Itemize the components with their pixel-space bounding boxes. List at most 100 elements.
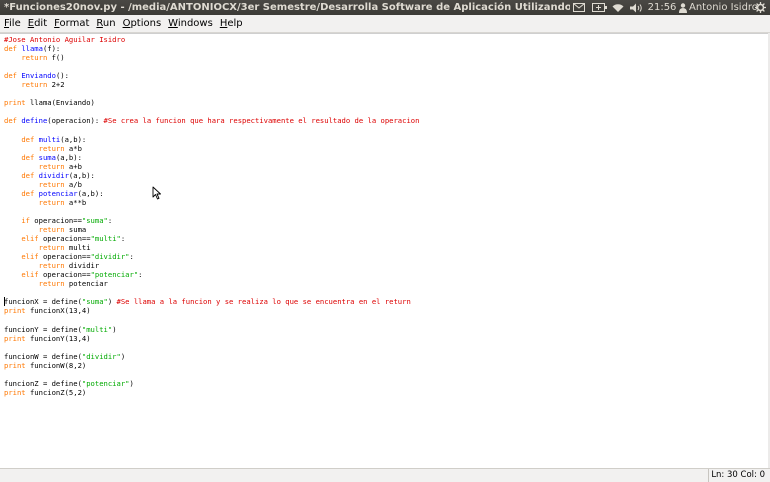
code-token: print [4, 333, 26, 343]
code-line[interactable] [4, 288, 419, 297]
code-token: "potenciar" [90, 270, 139, 280]
code-line[interactable]: return dividir [4, 261, 419, 270]
code-token: a*b [64, 143, 82, 153]
menu-file[interactable]: File [1, 15, 24, 32]
code-line[interactable]: return potenciar [4, 279, 419, 288]
code-line[interactable] [4, 107, 419, 116]
code-line[interactable]: elif operacion=="multi": [4, 234, 419, 243]
code-token: (a,b): [55, 152, 82, 162]
code-line[interactable]: return a+b [4, 162, 419, 171]
code-line[interactable]: print funcionZ(5,2) [4, 388, 419, 397]
menu-label-rest: dit [34, 18, 48, 29]
clock[interactable]: 21:56 [648, 0, 677, 15]
code-token: : [129, 252, 134, 262]
wifi-icon[interactable] [610, 0, 626, 15]
menu-bar: File Edit Format Run Options Windows Help [0, 15, 770, 33]
code-line[interactable] [4, 370, 419, 379]
gear-icon[interactable] [753, 0, 767, 15]
cursor-position: Ln: 30 Col: 0 [708, 469, 767, 482]
code-token: #Se llama a la funcion y se realiza lo q… [116, 297, 411, 307]
person-icon [678, 0, 688, 15]
menu-label-rest: ptions [130, 18, 162, 29]
menu-edit[interactable]: Edit [25, 15, 50, 32]
code-token: def [4, 44, 22, 54]
code-token: elif [21, 234, 39, 244]
menu-run[interactable]: Run [93, 15, 118, 32]
code-token: elif [21, 270, 39, 280]
menu-format[interactable]: Format [51, 15, 92, 32]
code-token: define [21, 116, 48, 126]
code-line[interactable]: funcionY = define("multi") [4, 325, 419, 334]
code-line[interactable]: funcionW = define("dividir") [4, 352, 419, 361]
code-line[interactable] [4, 207, 419, 216]
code-line[interactable] [4, 125, 419, 134]
menu-help[interactable]: Help [217, 15, 246, 32]
code-text[interactable]: #Jose Antonio Aguilar Isidro def llama(f)… [4, 35, 419, 397]
volume-icon[interactable] [628, 0, 646, 15]
code-line[interactable]: return multi [4, 243, 419, 252]
code-line[interactable]: return a/b [4, 180, 419, 189]
code-line[interactable]: return 2+2 [4, 80, 419, 89]
code-token: "multi" [81, 324, 113, 334]
code-token: def [21, 134, 39, 144]
code-token: print [4, 387, 26, 397]
code-token: "dividir" [90, 252, 130, 262]
code-line[interactable]: def define(operacion): #Se crea la funci… [4, 116, 419, 125]
code-token: 2+2 [47, 80, 65, 90]
code-token: return [21, 80, 48, 90]
code-token: return [38, 279, 65, 289]
code-token: a+b [64, 161, 82, 171]
code-line[interactable]: def potenciar(a,b): [4, 189, 419, 198]
code-line[interactable]: print llama(Enviando) [4, 98, 419, 107]
code-editor[interactable]: #Jose Antonio Aguilar Isidro def llama(f)… [0, 33, 769, 470]
code-line[interactable]: def dividir(a,b): [4, 171, 419, 180]
code-line[interactable]: funcionX = define("suma") #Se llama a la… [4, 297, 419, 306]
code-line[interactable]: print funcionW(8,2) [4, 361, 419, 370]
envelope-icon[interactable] [571, 0, 587, 15]
code-line[interactable]: print funcionX(13,4) [4, 306, 419, 315]
code-line[interactable] [4, 315, 419, 324]
code-token: funcionZ(5,2) [25, 387, 87, 397]
code-line[interactable]: #Jose Antonio Aguilar Isidro [4, 35, 419, 44]
code-line[interactable]: elif operacion=="dividir": [4, 252, 419, 261]
code-line[interactable]: def Enviando(): [4, 71, 419, 80]
code-line[interactable]: elif operacion=="potenciar": [4, 270, 419, 279]
code-token: #Se crea la funcion que hara respectivam… [103, 116, 420, 126]
code-token: print [4, 98, 26, 108]
code-token: return [21, 53, 48, 63]
code-token: def [4, 71, 22, 81]
menu-windows[interactable]: Windows [165, 15, 216, 32]
user-name[interactable]: Antonio Isidro [689, 0, 758, 15]
battery-icon[interactable] [590, 0, 608, 15]
code-token: funcionY = define( [4, 324, 82, 334]
code-line[interactable]: return suma [4, 225, 419, 234]
code-line[interactable]: def suma(a,b): [4, 153, 419, 162]
code-line[interactable]: if operacion=="suma": [4, 216, 419, 225]
code-token: operacion== [29, 215, 82, 225]
code-line[interactable]: return a**b [4, 198, 419, 207]
code-token: return [38, 143, 65, 153]
code-line[interactable]: funcionZ = define("potenciar") [4, 379, 419, 388]
code-line[interactable]: return f() [4, 53, 419, 62]
code-token: print [4, 306, 26, 316]
code-token: def [21, 188, 39, 198]
code-line[interactable] [4, 62, 419, 71]
code-token: ) [107, 297, 117, 307]
code-token: Enviando [21, 71, 56, 81]
menu-options[interactable]: Options [120, 15, 165, 32]
code-line[interactable]: def multi(a,b): [4, 135, 419, 144]
code-token: multi [64, 243, 91, 253]
code-token: (f): [42, 44, 61, 54]
code-line[interactable]: def llama(f): [4, 44, 419, 53]
code-line[interactable] [4, 343, 419, 352]
code-line[interactable] [4, 89, 419, 98]
code-line[interactable]: print funcionY(13,4) [4, 334, 419, 343]
code-token: (operacion): [47, 116, 104, 126]
code-line[interactable]: return a*b [4, 144, 419, 153]
